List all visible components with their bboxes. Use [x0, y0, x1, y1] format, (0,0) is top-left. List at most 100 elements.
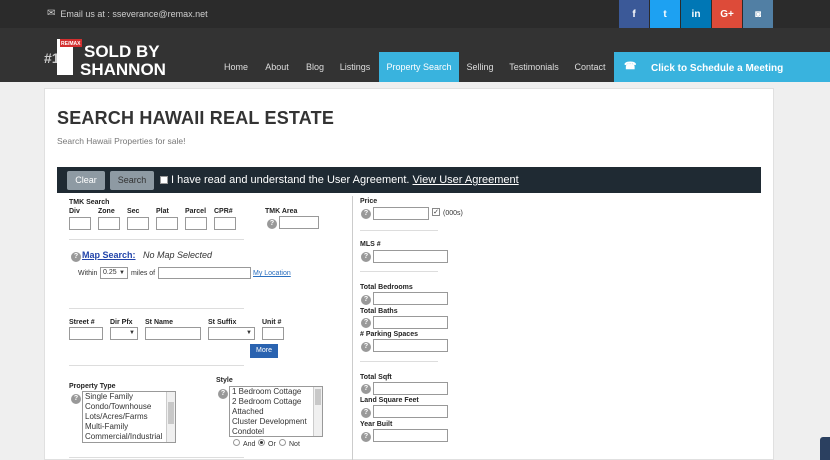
list-item[interactable]: Condotel [232, 427, 322, 436]
tmk-plat-input[interactable] [156, 217, 178, 230]
linkedin-icon[interactable]: in [681, 0, 711, 28]
facebook-icon[interactable]: f [619, 0, 649, 28]
within-label: Within [78, 270, 98, 277]
total-sqft-input[interactable] [373, 382, 448, 395]
tmk-div-label: Div [69, 208, 80, 215]
divider [69, 457, 244, 458]
help-icon[interactable]: ? [361, 252, 371, 262]
map-search-link[interactable]: Map Search: [82, 250, 136, 260]
site-logo[interactable]: #1 RE/MAX SOLD BY SHANNON [44, 33, 170, 79]
property-type-label: Property Type [69, 383, 116, 390]
more-button[interactable]: More [250, 344, 278, 358]
clear-button[interactable]: Clear [67, 171, 105, 190]
nav-about[interactable]: About [258, 52, 296, 82]
tmk-area-input[interactable] [279, 216, 319, 229]
miles-select[interactable]: 0.25 ▼ [100, 267, 128, 279]
parking-spaces-input[interactable] [373, 339, 448, 352]
price-thousands-checkbox[interactable]: ✓ [432, 208, 440, 216]
help-icon[interactable]: ? [361, 408, 371, 418]
radio-or[interactable] [258, 439, 265, 446]
location-input[interactable] [158, 267, 251, 279]
page-title: SEARCH HAWAII REAL ESTATE [57, 108, 335, 128]
radio-not[interactable] [279, 439, 286, 446]
twitter-icon[interactable]: t [650, 0, 680, 28]
st-suffix-select[interactable]: ▼ [208, 327, 255, 340]
my-location-link[interactable]: My Location [253, 270, 291, 277]
year-built-label: Year Built [360, 421, 393, 428]
nav-selling[interactable]: Selling [462, 52, 498, 82]
list-item[interactable]: 2 Bedroom Cottage [232, 397, 322, 407]
feedback-tab[interactable] [820, 437, 830, 460]
dir-pfx-select[interactable]: ▼ [110, 327, 138, 340]
help-icon[interactable]: ? [361, 318, 371, 328]
nav-listings[interactable]: Listings [334, 52, 376, 82]
land-sqft-input[interactable] [373, 405, 448, 418]
list-item[interactable]: Multi-Family [85, 422, 175, 432]
tmk-parcel-input[interactable] [185, 217, 207, 230]
list-item[interactable]: 1 Bedroom Cottage [232, 387, 322, 397]
google-plus-icon[interactable]: G+ [712, 0, 742, 28]
price-unit-label: (000s) [443, 210, 463, 217]
nav-blog[interactable]: Blog [300, 52, 330, 82]
radio-or-label: Or [268, 441, 276, 448]
mls-input[interactable] [373, 250, 448, 263]
nav-testimonials[interactable]: Testimonials [504, 52, 564, 82]
nav-contact[interactable]: Contact [569, 52, 611, 82]
scrollbar[interactable] [313, 387, 322, 436]
help-icon[interactable]: ? [361, 432, 371, 442]
miles-value: 0.25 [103, 269, 117, 276]
tmk-sec-label: Sec [127, 208, 140, 215]
instagram-icon[interactable]: ◙ [743, 0, 773, 28]
list-item[interactable]: Commercial/Industrial [85, 432, 175, 442]
view-agreement-link[interactable]: View User Agreement [413, 174, 519, 186]
list-item[interactable]: Attached [232, 407, 322, 417]
scrollbar[interactable] [166, 392, 175, 442]
list-item[interactable]: Cluster Development [232, 417, 322, 427]
property-type-list[interactable]: Single Family Condo/Townhouse Lots/Acres… [82, 391, 176, 443]
tmk-div-input[interactable] [69, 217, 91, 230]
phone-icon: ☎ [624, 61, 637, 72]
tmk-cpr-input[interactable] [214, 217, 236, 230]
tmk-plat-label: Plat [156, 208, 169, 215]
unit-number-input[interactable] [262, 327, 284, 340]
list-item[interactable]: Condo/Townhouse [85, 402, 175, 412]
help-icon[interactable]: ? [361, 342, 371, 352]
list-item[interactable]: Lots/Acres/Farms [85, 412, 175, 422]
help-icon[interactable]: ? [361, 384, 371, 394]
scrollbar-thumb[interactable] [315, 389, 321, 405]
svg-text:RE/MAX: RE/MAX [61, 41, 81, 47]
tmk-zone-input[interactable] [98, 217, 120, 230]
help-icon[interactable]: ? [71, 252, 81, 262]
total-bedrooms-input[interactable] [373, 292, 448, 305]
help-icon[interactable]: ? [267, 219, 277, 229]
tmk-search-label: TMK Search [69, 199, 110, 206]
help-icon[interactable]: ? [218, 389, 228, 399]
total-bedrooms-label: Total Bedrooms [360, 284, 413, 291]
price-input[interactable] [373, 207, 429, 220]
tmk-cpr-label: CPR# [214, 208, 233, 215]
street-name-input[interactable] [145, 327, 201, 340]
help-icon[interactable]: ? [361, 295, 371, 305]
list-item[interactable]: Single Family [85, 392, 175, 402]
email-text: Email us at : sseverance@remax.net [60, 8, 208, 19]
agreement-text: I have read and understand the User Agre… [171, 174, 410, 186]
nav-home[interactable]: Home [218, 52, 254, 82]
style-list[interactable]: 1 Bedroom Cottage 2 Bedroom Cottage Atta… [229, 386, 323, 437]
help-icon[interactable]: ? [361, 209, 371, 219]
total-baths-input[interactable] [373, 316, 448, 329]
street-number-input[interactable] [69, 327, 103, 340]
street-number-label: Street # [69, 319, 95, 326]
help-icon[interactable]: ? [71, 394, 81, 404]
schedule-label: Click to Schedule a Meeting [651, 63, 784, 74]
price-label: Price [360, 198, 378, 205]
nav-property-search[interactable]: Property Search [379, 52, 459, 82]
tmk-sec-input[interactable] [127, 217, 149, 230]
envelope-icon: ✉ [47, 8, 56, 19]
search-button[interactable]: Search [110, 171, 154, 190]
scrollbar-thumb[interactable] [168, 402, 174, 424]
agreement-checkbox[interactable] [160, 176, 168, 184]
email-contact[interactable]: ✉ Email us at : sseverance@remax.net [47, 8, 208, 19]
radio-and[interactable] [233, 439, 240, 446]
schedule-meeting-button[interactable]: ☎ Click to Schedule a Meeting [614, 52, 830, 82]
year-built-input[interactable] [373, 429, 448, 442]
